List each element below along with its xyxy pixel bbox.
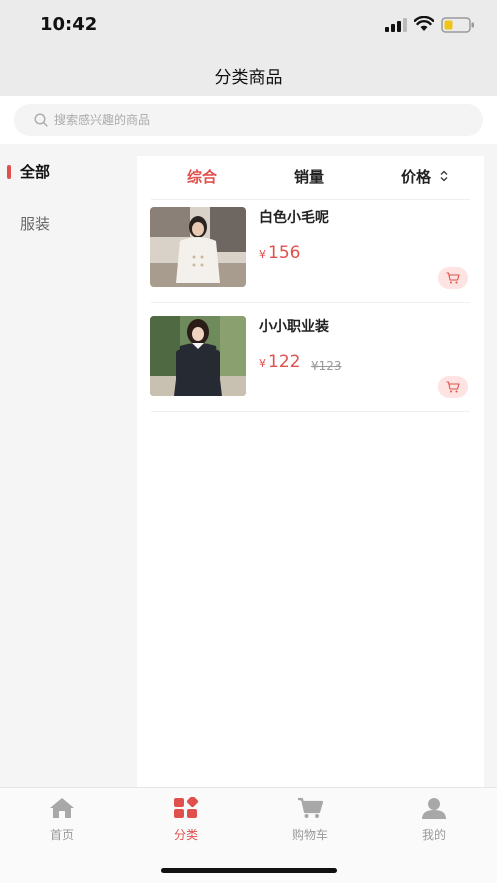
currency-symbol: ¥ (259, 248, 266, 261)
sort-arrows-icon[interactable] (440, 170, 448, 182)
tab-category[interactable]: 分类 (124, 788, 248, 848)
price-value: 122 (268, 352, 301, 372)
home-icon (50, 798, 74, 818)
search-icon (34, 113, 48, 127)
tab-label: 购物车 (291, 828, 328, 842)
tab-label: 我的 (421, 828, 446, 842)
product-name[interactable]: 白色小毛呢 (259, 207, 329, 227)
cart-icon (446, 272, 460, 284)
currency-symbol: ¥ (259, 357, 266, 370)
tab-sales[interactable]: 销量 (294, 166, 324, 187)
user-icon (422, 798, 446, 819)
product-image[interactable] (150, 316, 246, 396)
tab-label: 首页 (49, 828, 74, 842)
search-area (0, 96, 497, 144)
product-image[interactable] (150, 207, 246, 287)
product-list-panel: 综合 销量 价格 白色小毛呢 ¥156 小小职业装 ¥ 122 ¥123 (137, 156, 484, 788)
active-indicator (7, 165, 11, 179)
sort-bar: 综合 销量 价格 (137, 156, 484, 196)
cart-icon (298, 797, 323, 818)
product-name[interactable]: 小小职业装 (259, 316, 329, 336)
signal-icon (385, 18, 407, 32)
wifi-icon (414, 16, 434, 31)
home-indicator (161, 868, 337, 873)
search-input[interactable] (54, 104, 454, 136)
sidebar-item-label: 全部 (20, 163, 51, 181)
page-title: 分类商品 (214, 68, 283, 88)
sidebar-item-clothing[interactable]: 服装 (0, 198, 124, 248)
cart-icon (446, 381, 460, 393)
sidebar-item-label: 服装 (20, 215, 51, 233)
battery-icon (441, 17, 474, 33)
nav-bar: 分类商品 (0, 50, 497, 96)
divider (151, 302, 470, 303)
price-value: 156 (268, 243, 301, 263)
tab-cart[interactable]: 购物车 (248, 788, 372, 848)
tab-price[interactable]: 价格 (401, 166, 431, 187)
category-icon (174, 797, 199, 818)
status-bar: 10:42 (0, 0, 497, 50)
tab-profile[interactable]: 我的 (372, 788, 496, 848)
status-time: 10:42 (40, 14, 98, 35)
product-item[interactable]: 小小职业装 ¥122 ¥123 (137, 309, 484, 417)
product-price: ¥122 (259, 352, 300, 372)
product-price: ¥156 (259, 243, 300, 263)
divider (151, 411, 470, 412)
tab-comprehensive[interactable]: 综合 (187, 166, 217, 187)
category-sidebar: 全部 服装 (0, 146, 124, 786)
tab-label: 分类 (173, 828, 198, 842)
original-price: ¥123 (311, 359, 342, 373)
sidebar-item-all[interactable]: 全部 (0, 146, 124, 196)
search-box[interactable] (14, 104, 483, 136)
add-to-cart-button[interactable] (438, 267, 468, 289)
tab-home[interactable]: 首页 (0, 788, 124, 848)
add-to-cart-button[interactable] (438, 376, 468, 398)
product-item[interactable]: 白色小毛呢 ¥156 (137, 200, 484, 308)
